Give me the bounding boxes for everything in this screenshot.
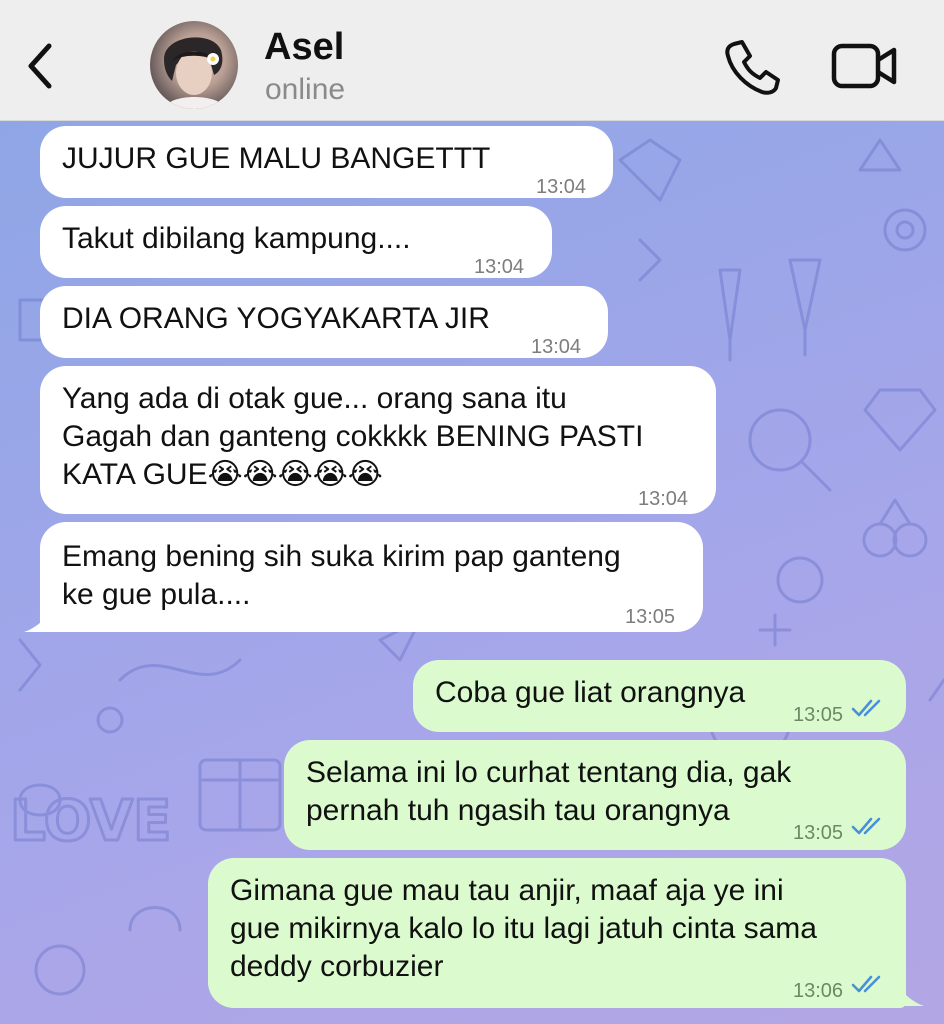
phone-icon [725, 40, 780, 95]
message-text: DIA ORANG YOGYAKARTA JIR [62, 302, 490, 335]
read-receipt-icon [851, 975, 881, 993]
message-bubble-incoming[interactable]: Takut dibilang kampung.... 13:04 [40, 206, 552, 278]
message-bubble-incoming[interactable]: DIA ORANG YOGYAKARTA JIR 13:04 [40, 286, 608, 358]
call-button[interactable] [722, 36, 782, 96]
back-button[interactable] [18, 38, 62, 94]
message-text: Yang ada di otak gue... orang sana itu G… [62, 382, 644, 491]
message-bubble-incoming[interactable]: JUJUR GUE MALU BANGETTT 13:04 [40, 126, 613, 198]
chat-area[interactable]: LOVE JUJUR GUE MALU BANGETTT 13:04 Takut… [0, 120, 944, 1024]
message-bubble-outgoing[interactable]: Coba gue liat orangnya 13:05 [413, 660, 906, 732]
message-time: 13:04 [638, 488, 689, 510]
message-text: Takut dibilang kampung.... [62, 222, 411, 255]
message-bubble-incoming[interactable]: Emang bening sih suka kirim pap ganteng … [40, 522, 703, 632]
message-bubble-outgoing[interactable]: Selama ini lo curhat tentang dia, gak pe… [284, 740, 906, 850]
video-call-button[interactable] [830, 40, 900, 92]
message-time: 13:05 [625, 606, 676, 628]
read-receipt-icon [851, 699, 881, 717]
chevron-left-icon [28, 43, 52, 89]
message-time: 13:05 [793, 822, 844, 844]
message-time: 13:04 [536, 176, 587, 198]
message-text: Selama ini lo curhat tentang dia, gak pe… [306, 756, 792, 827]
contact-status: online [265, 73, 346, 106]
svg-text:LOVE: LOVE [10, 789, 171, 854]
contact-name[interactable]: Asel [264, 26, 344, 69]
bubble-tail [896, 984, 924, 1006]
message-time: 13:04 [531, 336, 582, 358]
message-text: Emang bening sih suka kirim pap ganteng … [62, 540, 621, 611]
message-text: Coba gue liat orangnya [435, 676, 746, 709]
message-text: Gimana gue mau tau anjir, maaf aja ye in… [230, 874, 817, 983]
message-time: 13:06 [793, 980, 844, 1002]
video-camera-icon [831, 43, 897, 89]
avatar[interactable] [150, 21, 238, 109]
message-text: JUJUR GUE MALU BANGETTT [62, 142, 491, 175]
message-time: 13:05 [793, 704, 844, 726]
message-time: 13:04 [474, 256, 525, 278]
read-receipt-icon [851, 817, 881, 835]
message-bubble-incoming[interactable]: Yang ada di otak gue... orang sana itu G… [40, 366, 716, 514]
message-bubble-outgoing[interactable]: Gimana gue mau tau anjir, maaf aja ye in… [208, 858, 906, 1008]
chat-header: Asel online [0, 0, 944, 121]
bubble-tail [24, 610, 52, 632]
